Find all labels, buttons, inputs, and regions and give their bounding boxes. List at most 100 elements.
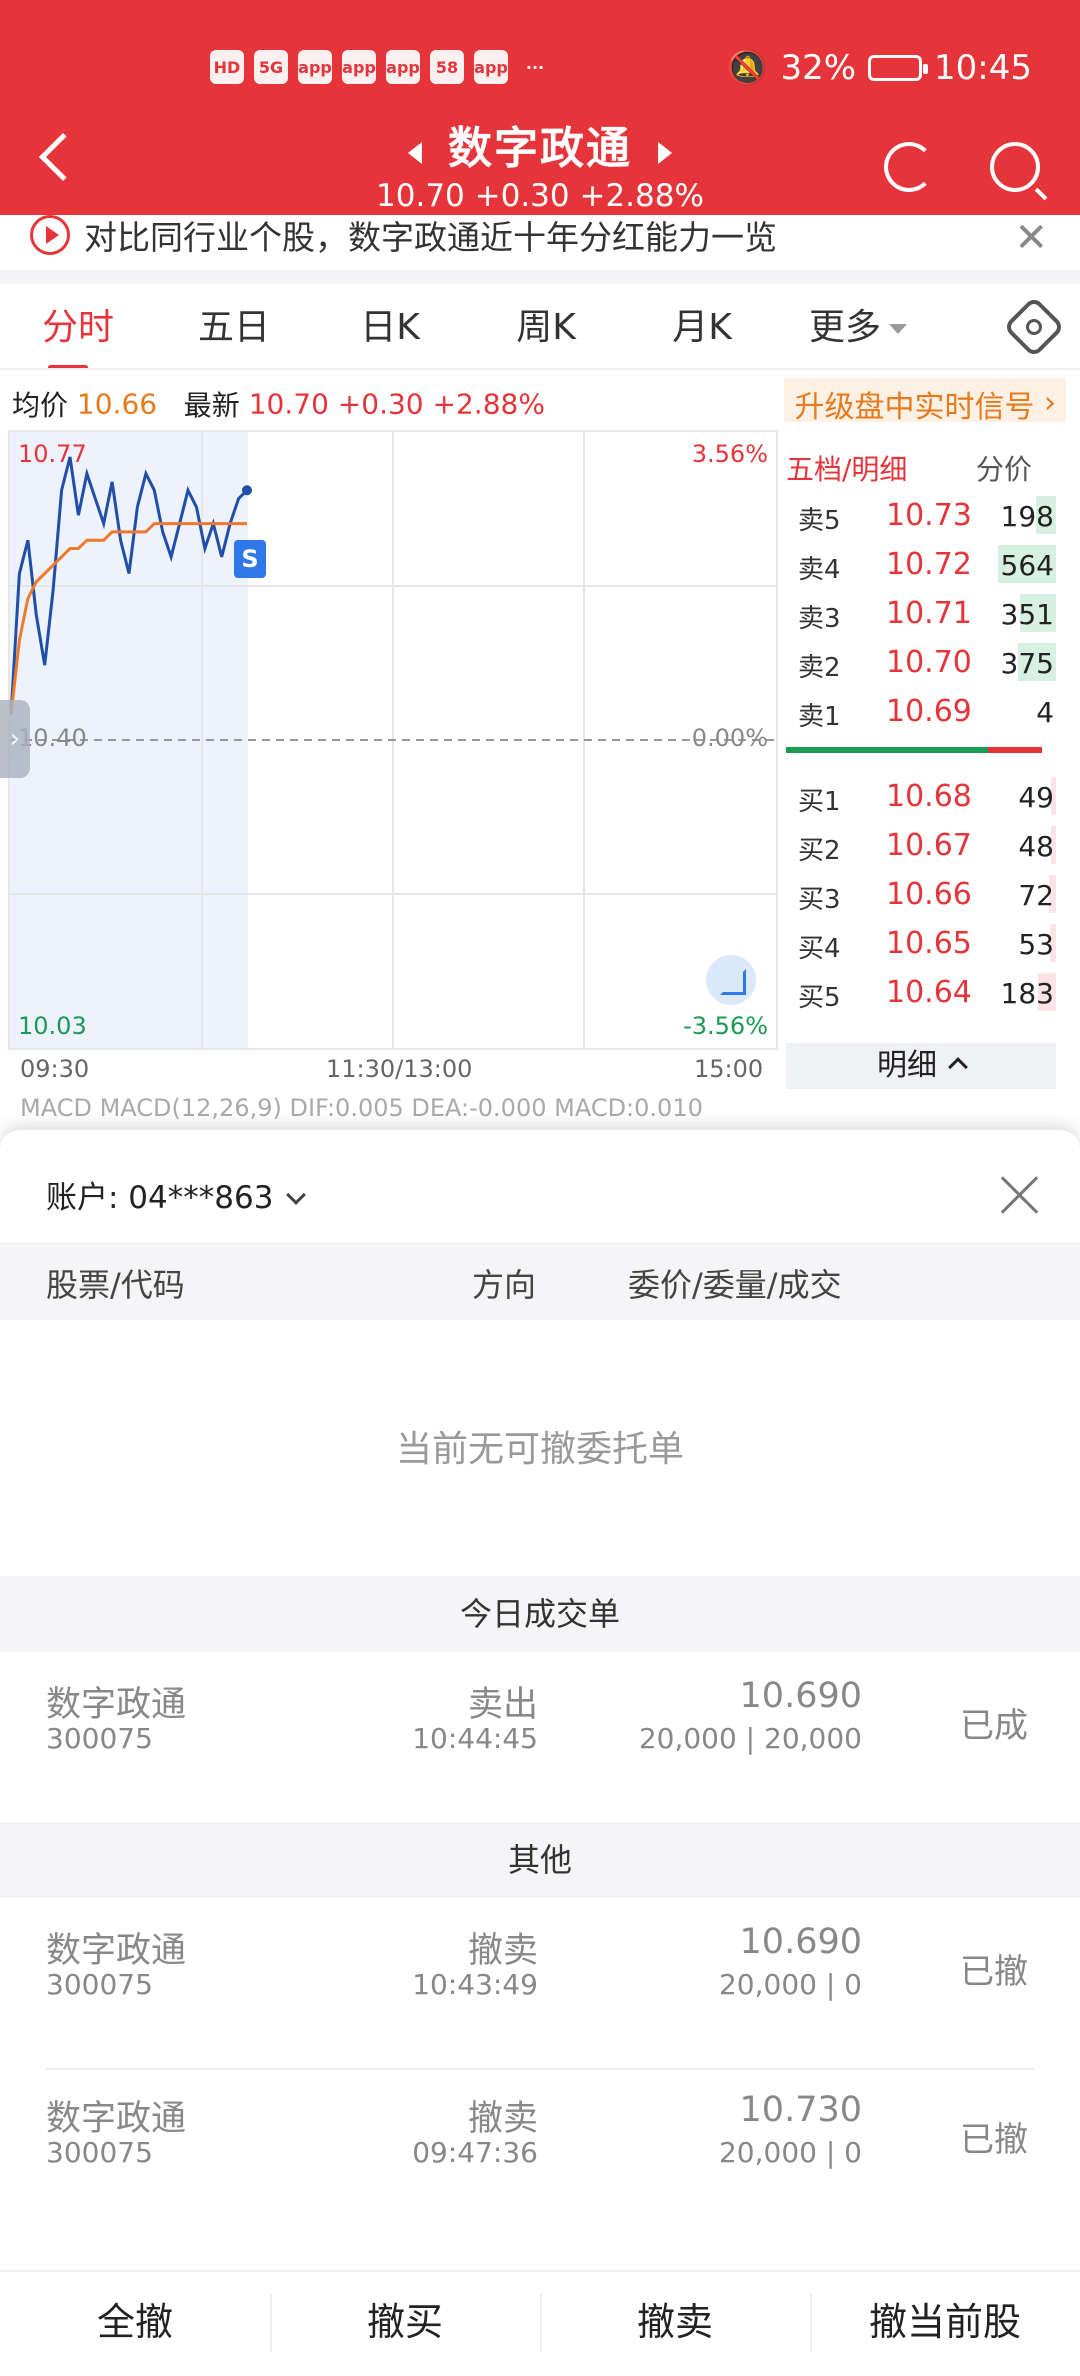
realtime-signal-link[interactable]: 升级盘中实时信号 › [784,378,1066,425]
ask-levels: 卖5 10.73 198 卖4 10.72 564 卖3 10.71 351 卖2 10.70 375… [786,490,1056,735]
fullscreen-expand-icon[interactable] [706,955,756,1005]
bid-level-label: 买4 [798,934,841,964]
next-stock-icon[interactable] [658,142,672,164]
tab-monthly-k[interactable]: 月K [624,285,780,370]
tab-intraday[interactable]: 分时 [0,285,156,370]
tab-five-levels[interactable]: 五档/明细 [786,448,907,488]
x-axis-end-label: 15:00 [694,1055,764,1083]
trade-detail-label: 明细 [877,1048,937,1083]
promo-banner[interactable]: 对比同行业个股，数字政通近十年分红能力一览 ✕ [0,215,1080,275]
y-axis-top-label: 10.77 [18,440,87,468]
back-icon[interactable] [38,132,88,182]
order-time: 10:44:45 [412,1722,538,1755]
ask-level-price: 10.73 [886,498,972,533]
macd-indicator-strip: MACD MACD(12,26,9) DIF:0.005 DEA:-0.000 … [20,1094,703,1122]
bid-level-price: 10.67 [886,828,972,863]
trade-detail-toggle[interactable]: 明细 [786,1043,1056,1089]
bottom-action-bar: 全撤 撤买 撤卖 撤当前股 [0,2270,1080,2376]
x-axis-start-label: 09:30 [20,1055,90,1083]
chart-side-handle[interactable]: › [0,700,30,778]
bid-level-row[interactable]: 买3 10.66 72 [786,869,1056,918]
bid-level-row[interactable]: 买2 10.67 48 [786,820,1056,869]
ask-level-row[interactable]: 卖2 10.70 375 [786,637,1056,686]
status-bar: HD 5G app app app 58 app ··· 🔕 32% 10:45 [0,40,1080,96]
weibo-icon: app [386,50,420,84]
banner-text: 对比同行业个股，数字政通近十年分红能力一览 [84,218,777,257]
order-status: 已撤 [960,2120,1028,2160]
status-notification-icons: HD 5G app app app 58 app ··· [210,50,552,84]
cancel-sell-button[interactable]: 撤卖 [540,2272,810,2376]
clock: 10:45 [934,48,1032,88]
tab-price-distribution[interactable]: 分价 [976,448,1032,488]
tab-more[interactable]: 更多 [780,285,936,370]
order-time: 10:43:49 [412,1968,538,2001]
tab-more-label: 更多 [808,307,881,348]
stock-name: 数字政通 [448,123,632,174]
order-stock-code: 300075 [46,1722,153,1755]
divider [0,368,1080,370]
sell-signal-badge[interactable]: S [234,540,266,578]
ask-level-qty: 198 [1000,500,1054,533]
divider [0,270,1080,284]
last-price-label: 最新 [183,389,240,422]
close-icon[interactable] [996,1170,1044,1218]
banner-close-icon[interactable]: ✕ [1014,215,1048,261]
bid-level-qty: 183 [1000,977,1054,1010]
intraday-chart[interactable]: 10.77 10.40 10.03 3.56% 0.00% -3.56% [8,430,778,1050]
stock-quote: 10.70 +0.30 +2.88% [376,178,704,214]
section-today-filled: 今日成交单 [0,1576,1080,1652]
price-change-pct: +2.88% [432,387,545,421]
ask-level-label: 卖1 [798,702,841,732]
order-price: 10.730 [739,2090,862,2130]
ask-level-row[interactable]: 卖4 10.72 564 [786,539,1056,588]
ask-level-qty: 564 [1000,549,1054,582]
ask-level-label: 卖5 [798,506,841,536]
order-row[interactable]: 数字政通 300075 撤卖 10:43:49 10.690 20,000 | … [0,1904,1080,2016]
chevron-down-icon [286,1185,307,1205]
cancel-buy-button[interactable]: 撤买 [270,2272,540,2376]
bid-level-row[interactable]: 买4 10.65 53 [786,918,1056,967]
chart-tabs: 分时 五日 日K 周K 月K 更多 [0,285,1080,370]
ask-level-row[interactable]: 卖5 10.73 198 [786,490,1056,539]
ask-level-row[interactable]: 卖3 10.71 351 [786,588,1056,637]
cancel-current-stock-button[interactable]: 撤当前股 [810,2272,1080,2376]
tab-weekly-k[interactable]: 周K [468,285,624,370]
intraday-chart-svg [10,432,776,1048]
bid-level-row[interactable]: 买1 10.68 49 [786,771,1056,820]
order-direction: 卖出 [467,1685,538,1725]
bid-level-qty: 49 [1018,781,1054,814]
bid-level-price: 10.68 [886,779,972,814]
price-change: +0.30 [337,387,424,421]
battery-icon [868,55,929,81]
account-label: 账户: 04***863 [46,1180,274,1216]
bid-levels: 买1 10.68 49 买2 10.67 48 买3 10.66 72 买4 10.65 53 买5 10… [786,771,1056,1016]
stock-header: HD 5G app app app 58 app ··· 🔕 32% 10:45… [0,0,1080,215]
prev-stock-icon[interactable] [408,142,422,164]
cancel-all-button[interactable]: 全撤 [0,2272,270,2376]
order-stock-name: 数字政通 [46,1931,187,1971]
signal-label: 升级盘中实时信号 [794,390,1035,425]
bid-level-label: 买1 [798,787,841,817]
tab-daily-k[interactable]: 日K [312,285,468,370]
video-app-icon: app [298,50,332,84]
refresh-icon[interactable] [884,142,934,192]
empty-state-text: 当前无可撤委托单 [395,1429,684,1470]
order-book: 五档/明细 分价 卖5 10.73 198 卖4 10.72 564 卖3 10.71 351 卖… [786,430,1056,1016]
play-icon [30,215,70,255]
pct-axis-mid-label: 0.00% [691,724,768,752]
order-row[interactable]: 数字政通 300075 卖出 10:44:45 10.690 20,000 | … [0,1658,1080,1770]
account-selector[interactable]: 账户: 04***863 [46,1172,307,1217]
bid-level-label: 买3 [798,885,841,915]
bid-level-row[interactable]: 买5 10.64 183 [786,967,1056,1016]
search-icon[interactable] [990,142,1040,192]
signal-5g-icon: 5G [254,50,288,84]
order-row[interactable]: 数字政通 300075 撤卖 09:47:36 10.730 20,000 | … [0,2072,1080,2184]
ask-level-row[interactable]: 卖1 10.69 4 [786,686,1056,735]
tab-five-day[interactable]: 五日 [156,285,312,370]
order-quantity: 20,000 | 20,000 [638,1722,862,1755]
ask-level-qty: 375 [1000,647,1054,680]
ask-level-price: 10.69 [886,694,972,729]
order-time: 09:47:36 [412,2136,538,2169]
chevron-down-icon [889,324,907,334]
order-stock-name: 数字政通 [46,1685,187,1725]
